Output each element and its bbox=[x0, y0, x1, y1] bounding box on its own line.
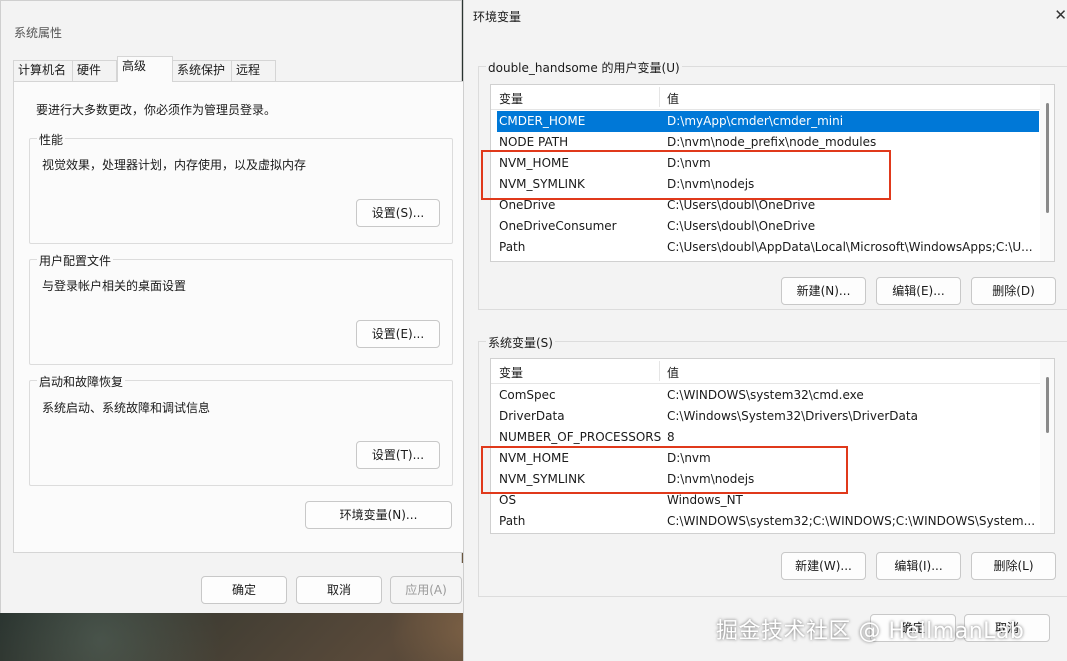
variable-name: DriverData bbox=[499, 409, 565, 423]
variable-name: NUMBER_OF_PROCESSORS bbox=[499, 430, 662, 444]
list-row[interactable]: Path C:\WINDOWS\system32;C:\WINDOWS;C:\WI… bbox=[497, 511, 1039, 532]
startup-recovery-settings-button[interactable]: 设置(T)... bbox=[356, 441, 440, 469]
tab-hardware[interactable]: 硬件 bbox=[72, 60, 117, 81]
system-delete-button[interactable]: 删除(L) bbox=[971, 552, 1056, 580]
startup-recovery-description: 系统启动、系统故障和调试信息 bbox=[42, 401, 211, 415]
list-row[interactable]: NUMBER_OF_PROCESSORS 8 bbox=[497, 427, 1039, 448]
tab-remote[interactable]: 远程 bbox=[231, 60, 276, 81]
performance-legend: 性能 bbox=[37, 131, 66, 148]
variable-value: D:\myApp\cmder\cmder_mini bbox=[667, 114, 844, 128]
user-profiles-group bbox=[29, 259, 453, 365]
window-title: 系统属性 bbox=[14, 26, 63, 40]
close-icon[interactable]: ✕ bbox=[1054, 6, 1067, 24]
variable-value: C:\Windows\System32\Drivers\DriverData bbox=[667, 409, 918, 423]
tab-advanced[interactable]: 高级 bbox=[117, 56, 173, 82]
system-variables-label: 系统变量(S) bbox=[486, 334, 555, 351]
performance-group bbox=[29, 138, 453, 244]
window-title: 环境变量 bbox=[473, 10, 522, 24]
column-header-value[interactable]: 值 bbox=[667, 364, 679, 381]
system-edit-button[interactable]: 编辑(I)... bbox=[876, 552, 961, 580]
list-row[interactable]: Path C:\Users\doubl\AppData\Local\Microso… bbox=[497, 237, 1039, 258]
user-edit-button[interactable]: 编辑(E)... bbox=[876, 277, 961, 305]
performance-description: 视觉效果，处理器计划，内存使用，以及虚拟内存 bbox=[42, 158, 307, 172]
scrollbar-thumb[interactable] bbox=[1046, 377, 1049, 433]
tab-system-protection[interactable]: 系统保护 bbox=[172, 60, 232, 81]
environment-variables-window: 环境变量 ✕ double_handsome 的用户变量(U) 变量 值 CMD… bbox=[463, 0, 1067, 661]
user-profiles-settings-button[interactable]: 设置(E)... bbox=[356, 320, 440, 348]
variable-name: ComSpec bbox=[499, 388, 556, 402]
variable-name: Path bbox=[499, 514, 526, 528]
startup-recovery-legend: 启动和故障恢复 bbox=[37, 373, 126, 390]
scrollbar[interactable] bbox=[1040, 359, 1054, 533]
variable-value: C:\WINDOWS\system32\cmd.exe bbox=[667, 388, 864, 402]
tab-computer-name[interactable]: 计算机名 bbox=[13, 60, 73, 81]
cancel-button[interactable]: 取消 bbox=[296, 576, 382, 604]
environment-variables-button[interactable]: 环境变量(N)... bbox=[305, 501, 452, 529]
system-new-button[interactable]: 新建(W)... bbox=[781, 552, 866, 580]
column-header-variable[interactable]: 变量 bbox=[499, 364, 523, 381]
list-row[interactable]: ComSpec C:\WINDOWS\system32\cmd.exe bbox=[497, 385, 1039, 406]
user-new-button[interactable]: 新建(N)... bbox=[781, 277, 866, 305]
list-row[interactable]: CMDER_HOME D:\myApp\cmder\cmder_mini bbox=[497, 111, 1039, 132]
admin-note: 要进行大多数更改，你必须作为管理员登录。 bbox=[36, 103, 277, 117]
apply-button[interactable]: 应用(A) bbox=[390, 576, 462, 604]
variable-name: CMDER_HOME bbox=[499, 114, 586, 128]
list-row[interactable]: DriverData C:\Windows\System32\Drivers\Dr… bbox=[497, 406, 1039, 427]
variable-value: C:\WINDOWS\system32;C:\WINDOWS;C:\WINDOW… bbox=[667, 514, 1036, 528]
performance-settings-button[interactable]: 设置(S)... bbox=[356, 199, 440, 227]
list-header: 变量 值 bbox=[491, 359, 1041, 384]
scrollbar-thumb[interactable] bbox=[1046, 103, 1049, 213]
ok-button[interactable]: 确定 bbox=[201, 576, 287, 604]
column-header-value[interactable]: 值 bbox=[667, 90, 679, 107]
variable-value: 8 bbox=[667, 430, 675, 444]
variable-value: C:\Users\doubl\AppData\Local\Microsoft\W… bbox=[667, 240, 1033, 254]
user-delete-button[interactable]: 删除(D) bbox=[971, 277, 1056, 305]
list-row[interactable]: OneDriveConsumer C:\Users\doubl\OneDrive bbox=[497, 216, 1039, 237]
variable-name: OneDriveConsumer bbox=[499, 219, 617, 233]
variable-name: Path bbox=[499, 240, 526, 254]
annotation-highlight-box bbox=[481, 446, 848, 494]
user-variables-label: double_handsome 的用户变量(U) bbox=[486, 59, 682, 76]
scrollbar[interactable] bbox=[1040, 85, 1054, 261]
list-header: 变量 值 bbox=[491, 85, 1041, 110]
system-properties-window: 系统属性 计算机名 硬件 高级 系统保护 远程 要进行大多数更改，你必须作为管理… bbox=[0, 0, 465, 613]
annotation-highlight-box bbox=[481, 150, 891, 200]
watermark: 掘金技术社区 @ HellmanLab bbox=[716, 619, 1025, 644]
user-profiles-legend: 用户配置文件 bbox=[37, 252, 114, 269]
column-header-variable[interactable]: 变量 bbox=[499, 90, 523, 107]
startup-recovery-group bbox=[29, 380, 453, 486]
variable-value: C:\Users\doubl\OneDrive bbox=[667, 219, 816, 233]
user-profiles-description: 与登录帐户相关的桌面设置 bbox=[42, 279, 187, 293]
